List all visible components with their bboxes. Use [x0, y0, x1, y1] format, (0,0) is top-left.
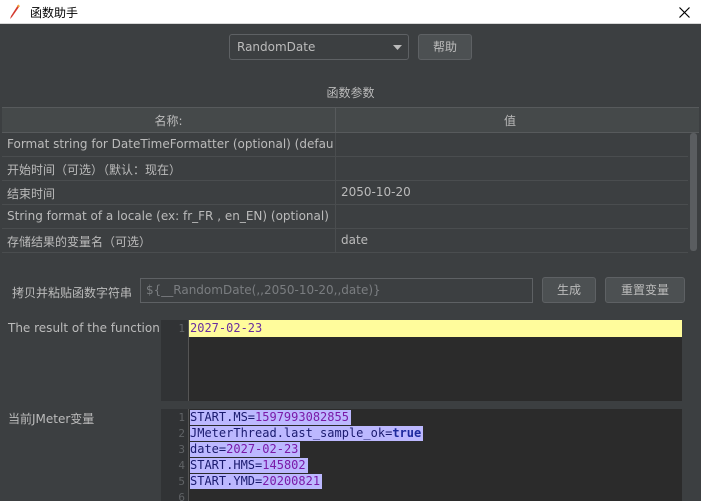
- table-scrollbar[interactable]: [688, 133, 699, 253]
- line-number: 3: [178, 443, 185, 456]
- param-name: 开始时间（可选）（默认：现在）: [7, 163, 182, 177]
- close-icon: [679, 7, 690, 18]
- function-string-field[interactable]: ${__RandomDate(,,2050-10-20,,date)}: [140, 278, 533, 303]
- table-row[interactable]: String format of a locale (ex: fr_FR , e…: [2, 205, 688, 229]
- param-value[interactable]: date: [341, 233, 368, 247]
- variable-key: JMeterThread.last_sample_ok: [190, 426, 386, 440]
- chevron-down-icon: [393, 45, 402, 50]
- line-number-gutter: 1 2 3 4 5 6: [161, 409, 189, 501]
- variable-line: START.MS=1597993082855: [190, 410, 351, 425]
- table-row[interactable]: 结束时间 2050-10-20: [2, 181, 688, 205]
- result-text-area[interactable]: 1 2027-02-23: [161, 320, 682, 401]
- title-bar: 函数助手: [0, 0, 701, 24]
- params-table: Format string for DateTimeFormatter (opt…: [2, 133, 688, 253]
- column-divider: [335, 229, 336, 253]
- result-value: 2027-02-23: [190, 321, 263, 335]
- line-number: 1: [178, 322, 185, 335]
- variable-value: 2027-02-23: [226, 442, 299, 456]
- variable-key: START.MS: [190, 410, 248, 424]
- line-number: 1: [178, 411, 185, 424]
- reset-variables-button[interactable]: 重置变量: [605, 277, 685, 303]
- table-row[interactable]: 存储结果的变量名（可选） date: [2, 229, 688, 253]
- column-divider: [335, 181, 336, 205]
- variable-value: 1597993082855: [255, 410, 349, 424]
- generate-button[interactable]: 生成: [542, 277, 596, 303]
- function-select[interactable]: RandomDate: [229, 34, 409, 60]
- param-name: Format string for DateTimeFormatter (opt…: [7, 137, 333, 151]
- feather-icon: [7, 4, 21, 20]
- jmeter-variables-area[interactable]: 1 2 3 4 5 6 START.MS=1597993082855 JMete…: [161, 409, 682, 501]
- column-divider: [335, 205, 336, 229]
- line-number: 6: [178, 491, 185, 501]
- variable-value: 145802: [262, 458, 306, 472]
- line-number: 4: [178, 459, 185, 472]
- line-number: 2: [178, 427, 185, 440]
- column-header-name[interactable]: 名称:: [2, 112, 335, 129]
- params-table-header: 名称: 值: [2, 107, 699, 133]
- variable-line: JMeterThread.last_sample_ok=true: [190, 426, 424, 441]
- table-row[interactable]: 开始时间（可选）（默认：现在）: [2, 157, 688, 181]
- variable-line: date=2027-02-23: [190, 442, 301, 457]
- variable-key: date: [190, 442, 219, 456]
- result-label: The result of the function is: [8, 321, 174, 335]
- variable-key: START.HMS: [190, 458, 256, 472]
- copy-function-string-label: 拷贝并粘贴函数字符串: [12, 286, 133, 300]
- line-number-gutter: 1: [161, 320, 189, 401]
- scrollbar-thumb[interactable]: [690, 133, 697, 251]
- help-button[interactable]: 帮助: [418, 34, 472, 60]
- param-name: 结束时间: [7, 187, 56, 201]
- variable-value: true: [392, 426, 422, 440]
- window-title: 函数助手: [30, 6, 79, 20]
- column-divider: [335, 133, 336, 157]
- param-name: String format of a locale (ex: fr_FR , e…: [7, 209, 329, 223]
- variable-line: START.HMS=145802: [190, 458, 308, 473]
- params-section-title: 函数参数: [326, 86, 375, 100]
- param-name: 存储结果的变量名（可选）: [7, 235, 152, 249]
- variable-line: START.YMD=20200821: [190, 474, 323, 489]
- column-header-value[interactable]: 值: [335, 112, 685, 129]
- column-divider: [335, 157, 336, 181]
- close-button[interactable]: [667, 0, 701, 24]
- line-number: 5: [178, 475, 185, 488]
- jmeter-variables-label: 当前JMeter变量: [8, 412, 95, 426]
- table-row[interactable]: Format string for DateTimeFormatter (opt…: [2, 133, 688, 157]
- current-line-highlight: [189, 320, 682, 337]
- param-value[interactable]: 2050-10-20: [341, 185, 411, 199]
- variable-value: 20200821: [262, 474, 321, 488]
- variable-key: START.YMD: [190, 474, 256, 488]
- function-select-value: RandomDate: [237, 40, 316, 54]
